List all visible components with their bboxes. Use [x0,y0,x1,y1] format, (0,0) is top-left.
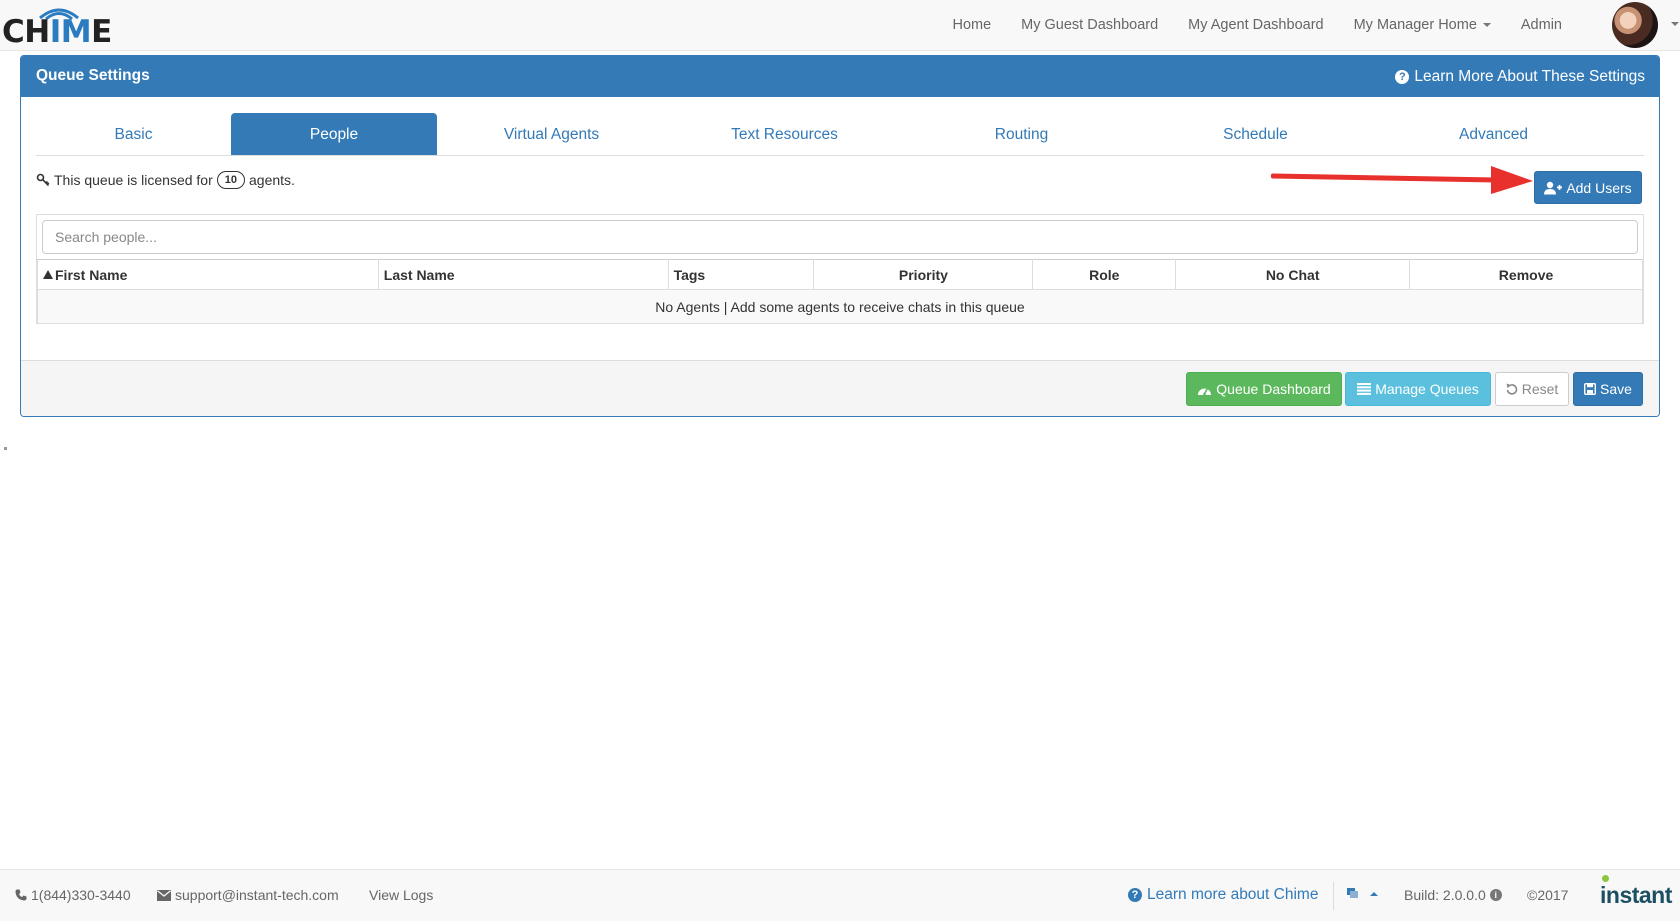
license-prefix: This queue is licensed for [54,172,213,188]
tab-basic[interactable]: Basic [36,113,231,155]
column-no-chat[interactable]: No Chat [1175,259,1411,290]
language-flag-icon [1347,888,1358,898]
phone-icon [15,889,27,901]
chevron-down-icon [1482,23,1491,28]
add-users-button[interactable]: Add Users [1534,171,1642,204]
floppy-disk-icon [1584,383,1597,395]
build-info: Build: 2.0.0.0 i [1404,887,1502,903]
search-people-input[interactable] [42,220,1638,254]
question-circle-icon: ? [1395,70,1410,84]
nav-manager-home[interactable]: My Manager Home [1354,17,1491,33]
column-tags[interactable]: Tags [667,259,815,290]
chevron-up-icon [1370,891,1378,896]
vendor-logo[interactable]: instant [1600,882,1672,909]
dashboard-gauge-icon [1198,387,1212,395]
table-row: No Agents | Add some agents to receive c… [37,289,1643,324]
user-menu-chevron-down-icon[interactable] [1671,22,1679,26]
license-info: This queue is licensed for 10 agents. [36,171,295,189]
people-table: First Name Last Name Tags Priority Role … [37,259,1643,324]
add-users-label: Add Users [1566,179,1632,196]
top-navbar: CHIME Home My Guest Dashboard My Agent D… [0,0,1680,51]
tab-people[interactable]: People [231,113,437,155]
page-title: Queue Settings [36,67,150,84]
nav-agent-dashboard[interactable]: My Agent Dashboard [1188,17,1323,33]
column-first-name[interactable]: First Name [37,259,379,290]
tab-text-resources[interactable]: Text Resources [666,113,903,155]
sort-ascending-icon [43,269,53,279]
vendor-logo-dot [1602,875,1609,882]
support-email-label: support@instant-tech.com [175,887,339,903]
save-label: Save [1600,381,1632,397]
support-phone: 1(844)330-3440 [15,887,131,903]
settings-tabs: Basic People Virtual Agents Text Resourc… [36,113,1644,156]
manage-queues-button[interactable]: Manage Queues [1345,372,1491,406]
footer-divider [1333,882,1334,910]
nav-guest-dashboard[interactable]: My Guest Dashboard [1021,17,1158,33]
envelope-icon [157,889,171,901]
table-header-row: First Name Last Name Tags Priority Role … [37,259,1643,290]
nav-home[interactable]: Home [952,17,991,33]
avatar[interactable] [1612,2,1658,48]
tab-schedule[interactable]: Schedule [1140,113,1371,155]
view-logs-link[interactable]: View Logs [369,887,433,903]
build-label: Build: 2.0.0.0 [1404,887,1486,903]
queue-dashboard-button[interactable]: Queue Dashboard [1186,372,1342,406]
tab-routing[interactable]: Routing [903,113,1140,155]
people-table-container: First Name Last Name Tags Priority Role … [36,214,1644,324]
info-circle-icon[interactable]: i [1489,889,1502,901]
nav-links: Home My Guest Dashboard My Agent Dashboa… [922,0,1562,50]
empty-table-message: No Agents | Add some agents to receive c… [37,289,1643,324]
support-email-link[interactable]: support@instant-tech.com [157,887,339,903]
learn-more-chime-label: Learn more about Chime [1147,886,1319,903]
license-count-badge: 10 [216,171,246,189]
copyright: ©2017 [1527,887,1569,903]
column-remove[interactable]: Remove [1409,259,1643,290]
learn-more-chime-link[interactable]: ? Learn more about Chime [1128,886,1318,904]
chime-logo[interactable]: CHIME [2,4,112,48]
column-role[interactable]: Role [1032,259,1177,290]
language-selector[interactable] [1346,887,1378,900]
user-plus-icon [1544,181,1563,194]
nav-admin[interactable]: Admin [1521,17,1562,33]
page-footer: 1(844)330-3440 support@instant-tech.com … [0,869,1680,921]
tab-advanced[interactable]: Advanced [1371,113,1616,155]
panel-heading: Queue Settings ? Learn More About These … [21,56,1659,97]
question-circle-icon: ? [1128,888,1142,902]
learn-more-settings-label: Learn More About These Settings [1414,68,1645,85]
column-priority[interactable]: Priority [813,259,1034,290]
reset-label: Reset [1521,381,1559,397]
key-icon [36,173,50,187]
annotation-arrow-icon [1271,166,1533,194]
column-first-name-label: First Name [55,266,128,283]
queue-settings-panel: Queue Settings ? Learn More About These … [20,55,1660,417]
column-last-name[interactable]: Last Name [377,259,669,290]
list-icon [1357,383,1372,395]
queue-dashboard-label: Queue Dashboard [1216,381,1331,397]
license-suffix: agents. [249,172,295,188]
undo-icon [1506,383,1517,395]
resize-handle [4,447,7,450]
nav-manager-home-label: My Manager Home [1353,17,1477,33]
logo-wordmark: CHIME [2,14,112,50]
reset-button[interactable]: Reset [1495,372,1569,406]
panel-footer: Queue Dashboard Manage Queues Reset Save [21,360,1659,416]
tab-virtual-agents[interactable]: Virtual Agents [437,113,666,155]
learn-more-settings-link[interactable]: ? Learn More About These Settings [1395,68,1645,86]
save-button[interactable]: Save [1573,372,1643,406]
support-phone-label: 1(844)330-3440 [31,887,131,903]
manage-queues-label: Manage Queues [1375,381,1479,397]
